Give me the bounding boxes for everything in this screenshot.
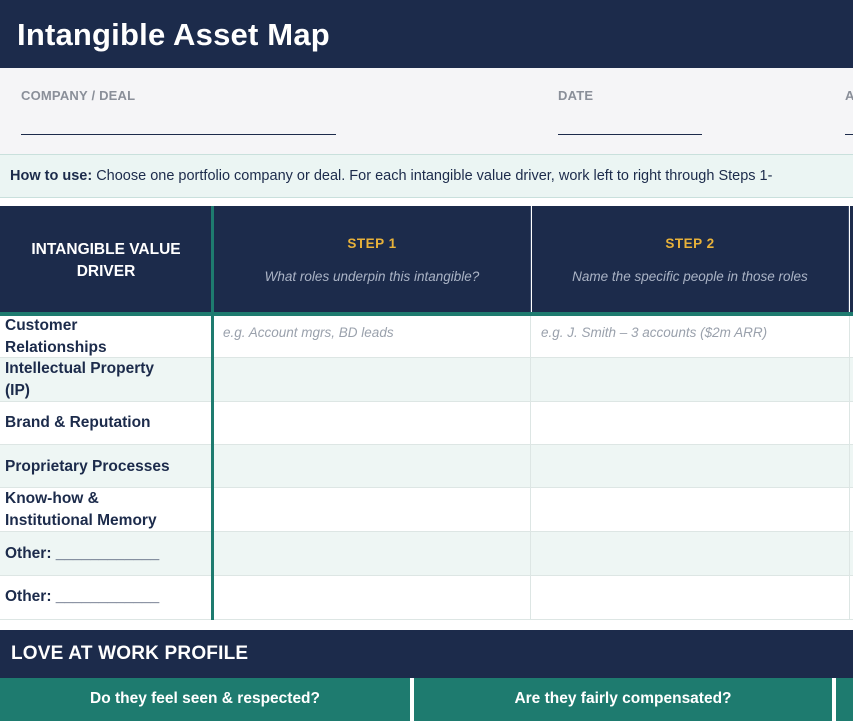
- table-row: Customer Relationships e.g. Account mgrs…: [0, 316, 853, 358]
- how-to-text: How to use: Choose one portfolio company…: [10, 168, 772, 184]
- step1-title: STEP 1: [347, 236, 397, 251]
- driver-column-divider: [211, 206, 214, 620]
- profile-col-next: [836, 678, 853, 721]
- step1-header-cell: STEP 1 What roles underpin this intangib…: [214, 206, 531, 312]
- profile-section-bar: LOVE AT WORK PROFILE: [0, 630, 853, 678]
- row-label: Other: ____________: [5, 543, 159, 565]
- step2-title: STEP 2: [665, 236, 715, 251]
- step1-cell[interactable]: [214, 445, 531, 487]
- row-label-line2: Institutional Memory: [5, 512, 157, 529]
- company-label: COMPANY / DEAL: [21, 88, 136, 103]
- step2-cell[interactable]: [532, 488, 850, 531]
- row-label: Brand & Reputation: [5, 412, 151, 434]
- table-row: Know-how & Institutional Memory: [0, 488, 853, 532]
- date-field[interactable]: DATE: [558, 88, 702, 135]
- step2-cell[interactable]: [532, 402, 850, 444]
- step1-cell[interactable]: [214, 532, 531, 575]
- driver-header-cell: INTANGIBLE VALUE DRIVER: [0, 206, 212, 312]
- step2-cell[interactable]: e.g. J. Smith – 3 accounts ($2m ARR): [532, 316, 850, 357]
- row-label-line1: Brand & Reputation: [5, 414, 151, 431]
- table-row: Intellectual Property (IP): [0, 358, 853, 402]
- company-field[interactable]: COMPANY / DEAL: [21, 88, 336, 135]
- how-to-banner: How to use: Choose one portfolio company…: [0, 154, 853, 198]
- driver-header-label: INTANGIBLE VALUE DRIVER: [31, 241, 181, 280]
- step1-cell[interactable]: [214, 358, 531, 401]
- row-label-line1: Other: ____________: [5, 588, 160, 605]
- how-to-body: Choose one portfolio company or deal. Fo…: [92, 168, 773, 184]
- profile-col-compensated: Are they fairly compensated?: [414, 678, 834, 721]
- step1-subtitle: What roles underpin this intangible?: [264, 269, 480, 284]
- meta-row: COMPANY / DEAL DATE A: [0, 68, 853, 154]
- row-label-line1: Intellectual Property: [5, 360, 155, 377]
- step1-cell[interactable]: [214, 488, 531, 531]
- step1-placeholder: e.g. Account mgrs, BD leads: [223, 325, 394, 340]
- step2-subtitle: Name the specific people in those roles: [572, 269, 808, 284]
- step1-cell[interactable]: [214, 402, 531, 444]
- row-label-line1: Other: ____________: [5, 545, 160, 562]
- profile-col-compensated-label: Are they fairly compensated?: [514, 690, 732, 707]
- header-bar: Intangible Asset Map: [0, 0, 853, 68]
- table-row: Other: ____________: [0, 576, 853, 620]
- row-label-line2: (IP): [5, 382, 30, 399]
- step2-cell[interactable]: [532, 445, 850, 487]
- row-label-line2: Relationships: [5, 339, 107, 356]
- step2-header-cell: STEP 2 Name the specific people in those…: [532, 206, 849, 312]
- table-row: Brand & Reputation: [0, 402, 853, 445]
- table-row: Other: ____________: [0, 532, 853, 576]
- date-input-line[interactable]: [558, 134, 702, 135]
- row-label: Know-how & Institutional Memory: [5, 488, 157, 532]
- profile-col-seen: Do they feel seen & respected?: [0, 678, 412, 721]
- step2-cell[interactable]: [532, 532, 850, 575]
- header-divider: [0, 312, 853, 316]
- row-label: Customer Relationships: [5, 315, 107, 359]
- step1-cell[interactable]: [214, 576, 531, 619]
- company-input-line[interactable]: [21, 134, 336, 135]
- how-to-label: How to use:: [10, 168, 93, 184]
- date-label: DATE: [558, 88, 594, 103]
- third-label: A: [845, 88, 853, 103]
- step1-cell[interactable]: e.g. Account mgrs, BD leads: [214, 316, 531, 357]
- profile-title: LOVE AT WORK PROFILE: [11, 643, 249, 664]
- page-title: Intangible Asset Map: [17, 17, 330, 52]
- step2-cell[interactable]: [532, 576, 850, 619]
- table-row: Proprietary Processes: [0, 445, 853, 488]
- row-label-line1: Proprietary Processes: [5, 458, 170, 475]
- step2-placeholder: e.g. J. Smith – 3 accounts ($2m ARR): [541, 325, 768, 340]
- row-label-line1: Customer: [5, 317, 78, 334]
- row-label: Intellectual Property (IP): [5, 358, 154, 402]
- step2-cell[interactable]: [532, 358, 850, 401]
- third-input-line[interactable]: [845, 134, 853, 135]
- third-field[interactable]: A: [845, 88, 853, 135]
- row-label-line1: Know-how &: [5, 490, 99, 507]
- row-label: Proprietary Processes: [5, 456, 170, 478]
- profile-col-seen-label: Do they feel seen & respected?: [90, 690, 320, 707]
- row-label: Other: ____________: [5, 586, 159, 608]
